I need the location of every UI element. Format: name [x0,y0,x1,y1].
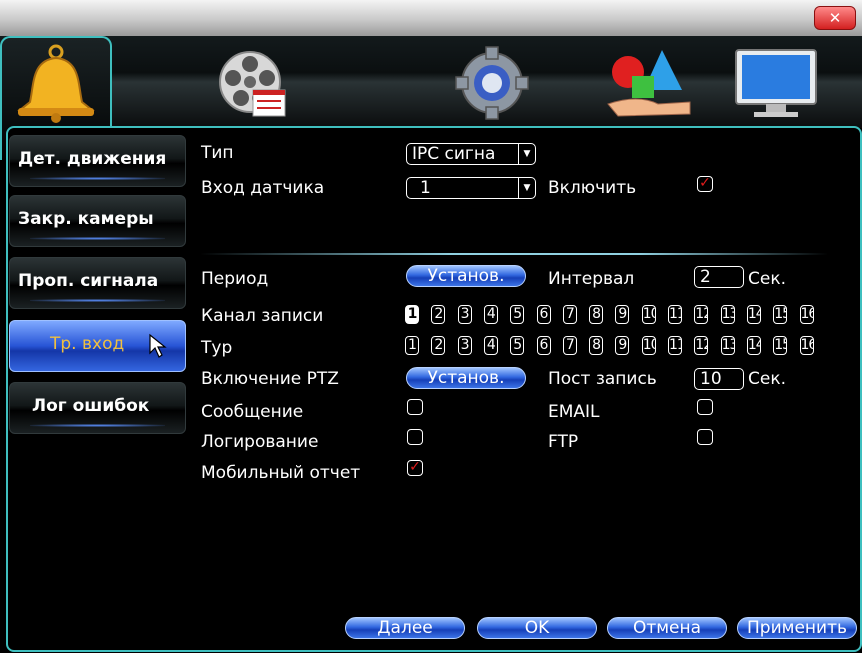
film-reel-icon [219,51,286,117]
logging-label: Логирование [201,432,319,452]
record-channel-1[interactable]: 1 [405,305,419,324]
enable-label: Включить [548,178,637,198]
interval-input[interactable]: 2 [694,266,744,288]
menu-glow [30,237,165,240]
sensor-input-select[interactable]: 1 ▼ [406,177,536,199]
menu-item-label: Лог ошибок [32,396,150,416]
tour-channel-14[interactable]: 14 [746,336,761,355]
gear-icon [455,46,529,120]
mouse-pointer-icon [149,333,167,358]
post-record-label: Пост запись [548,369,657,389]
record-channel-13[interactable]: 13 [720,305,735,324]
tab-info[interactable] [728,46,828,120]
menu-item-label: Закр. камеры [18,209,154,229]
section-divider [200,253,828,255]
menu-item-alarm-input[interactable]: Тр. вход [9,320,186,372]
menu-item-label: Дет. движения [18,149,167,169]
tab-settings[interactable] [444,46,544,120]
menu-item-label: Проп. сигнала [18,271,159,291]
tour-channel-12[interactable]: 12 [694,336,709,355]
mobile-report-label: Мобильный отчет [201,463,361,483]
ok-button[interactable]: OK [477,617,597,639]
mobile-report-checkbox[interactable]: ✓ [407,460,423,476]
record-channel-3[interactable]: 3 [457,305,472,324]
menu-glow [30,424,165,427]
tour-channel-5[interactable]: 5 [510,336,525,355]
tour-label: Тур [201,338,233,358]
chevron-down-icon: ▼ [518,144,535,164]
interval-label: Интервал [548,269,635,289]
type-select-value: IPC сигна [412,144,496,164]
period-label: Период [201,269,269,289]
menu-item-error-log[interactable]: Лог ошибок [9,382,186,434]
chevron-down-icon: ▼ [518,178,535,198]
tour-channel-16[interactable]: 16 [799,336,814,355]
menu-glow [30,299,165,302]
tour-channel-8[interactable]: 8 [589,336,604,355]
logging-checkbox[interactable] [407,429,423,445]
email-label: EMAIL [548,402,600,422]
tab-advanced[interactable] [598,46,698,120]
tour-channel-9[interactable]: 9 [615,336,630,355]
type-label: Тип [201,143,234,163]
next-button[interactable]: Далее [345,617,465,639]
tab-record[interactable] [205,46,305,120]
ptz-label: Включение PTZ [201,369,339,389]
email-checkbox[interactable] [697,399,713,415]
record-channel-9[interactable]: 9 [615,305,630,324]
ptz-set-button[interactable]: Установ. [406,367,526,389]
record-channel-14[interactable]: 14 [746,305,761,324]
tour-channel-2[interactable]: 2 [431,336,446,355]
title-bar: ✕ [0,0,862,37]
menu-item-camera-blind[interactable]: Закр. камеры [9,195,186,247]
interval-value: 2 [700,267,711,287]
record-channel-15[interactable]: 15 [773,305,788,324]
post-record-value: 10 [700,369,722,389]
ftp-checkbox[interactable] [697,429,713,445]
record-channel-7[interactable]: 7 [562,305,577,324]
tour-channel-4[interactable]: 4 [483,336,498,355]
record-channel-5[interactable]: 5 [510,305,525,324]
close-button[interactable]: ✕ [814,6,856,30]
record-channel-10[interactable]: 10 [641,305,656,324]
bell-icon [17,44,95,123]
message-checkbox[interactable] [407,399,423,415]
enable-checkbox[interactable]: ✓ [697,176,713,192]
apply-button[interactable]: Применить [737,617,857,639]
message-label: Сообщение [201,402,304,422]
interval-unit: Сек. [748,269,787,289]
record-channel-8[interactable]: 8 [589,305,604,324]
tour-channel-10[interactable]: 10 [641,336,656,355]
menu-item-video-loss[interactable]: Проп. сигнала [9,257,186,309]
tour-channel-3[interactable]: 3 [457,336,472,355]
tour-channel-13[interactable]: 13 [720,336,735,355]
period-set-button[interactable]: Установ. [406,265,526,287]
ftp-label: FTP [548,432,579,452]
menu-glow [30,177,165,180]
post-record-input[interactable]: 10 [694,368,744,390]
record-channel-16[interactable]: 16 [799,305,814,324]
sensor-input-label: Вход датчика [201,178,325,198]
post-record-unit: Сек. [748,369,787,389]
tour-channel-6[interactable]: 6 [536,336,551,355]
monitor-icon [735,49,817,117]
menu-item-label: Тр. вход [50,334,125,354]
tour-channel-1[interactable]: 1 [405,336,419,355]
record-channel-2[interactable]: 2 [431,305,446,324]
tour-channel-15[interactable]: 15 [773,336,788,355]
record-channel-11[interactable]: 11 [668,305,682,324]
top-tab-strip [0,36,862,160]
type-select[interactable]: IPC сигна ▼ [406,143,536,165]
tour-channel-11[interactable]: 11 [668,336,682,355]
record-channel-12[interactable]: 12 [694,305,709,324]
record-channel-4[interactable]: 4 [483,305,498,324]
cancel-button[interactable]: Отмена [607,617,727,639]
menu-item-motion-detect[interactable]: Дет. движения [9,135,186,187]
record-channel-label: Канал записи [201,306,324,326]
tour-channel-7[interactable]: 7 [562,336,577,355]
sensor-input-value: 1 [420,178,431,198]
record-channel-6[interactable]: 6 [536,305,551,324]
shapes-hand-icon [607,50,691,117]
